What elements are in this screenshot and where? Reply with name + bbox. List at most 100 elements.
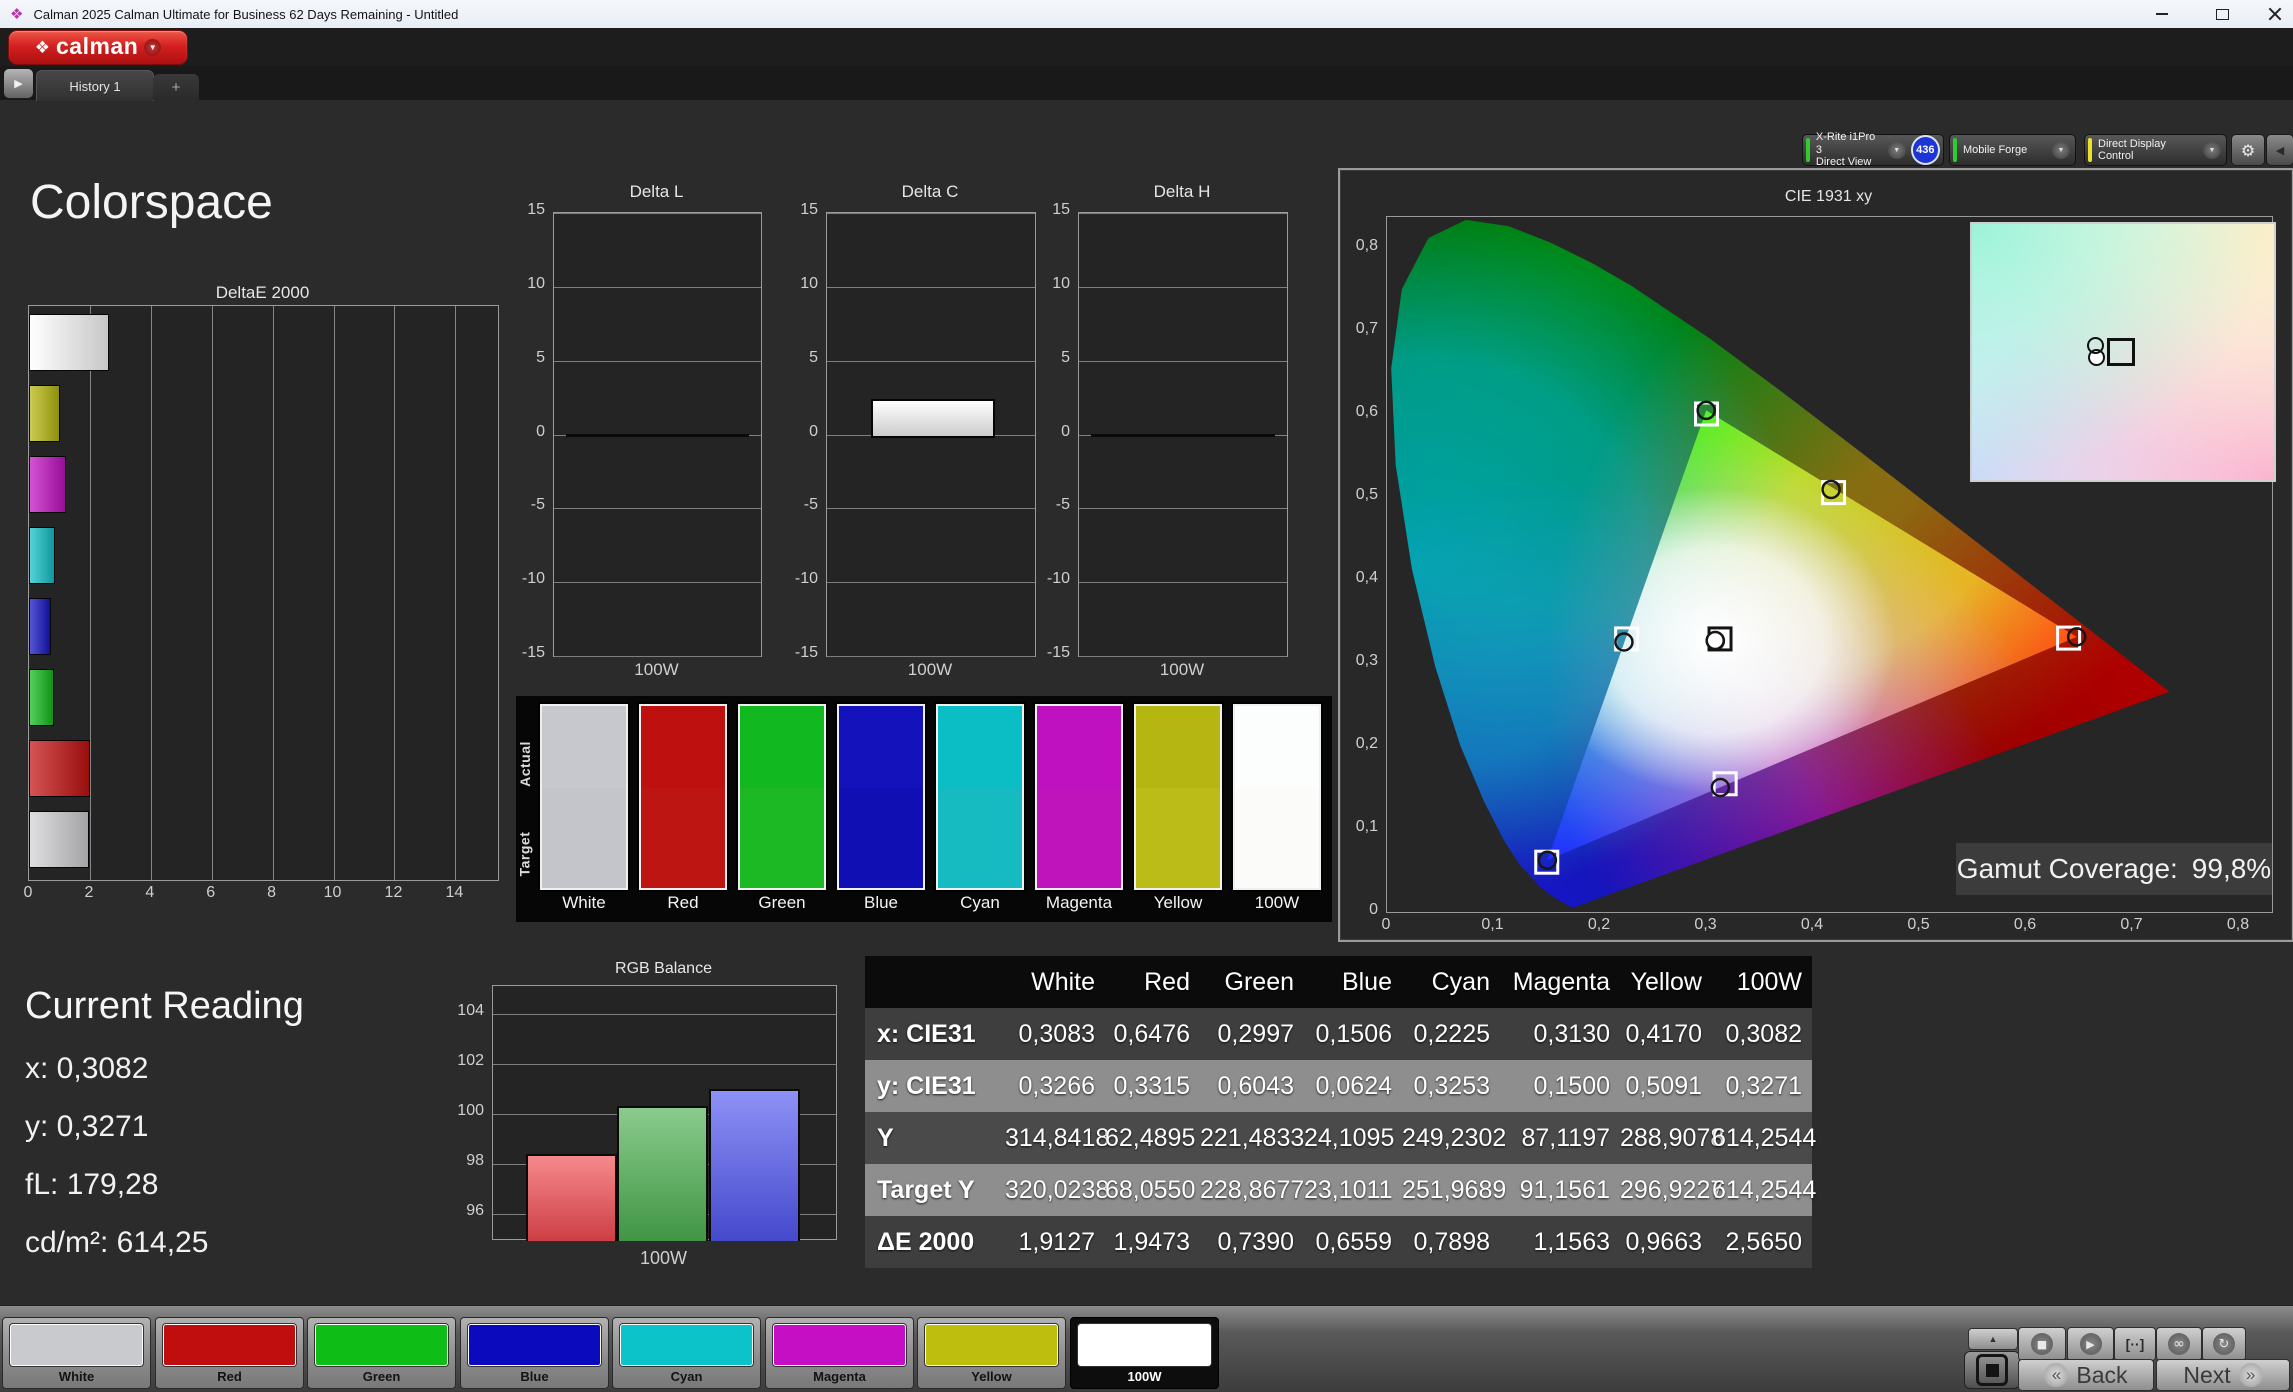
actual-swatch <box>641 706 725 788</box>
axis-tick-label: 15 <box>527 201 545 218</box>
table-header-cell: Blue <box>1341 967 1392 996</box>
color-button-cyan[interactable]: Cyan <box>612 1317 761 1389</box>
swatch-green <box>738 704 826 890</box>
sync-button[interactable]: ↻ <box>2202 1327 2246 1361</box>
color-button-white[interactable]: White <box>2 1317 151 1389</box>
table-cell: 0,2225 <box>1413 1019 1490 1048</box>
swatch-label: White <box>562 893 606 912</box>
chevron-down-icon: ▼ <box>1887 141 1906 159</box>
gridline <box>272 306 274 880</box>
table-cell: 0,5091 <box>1625 1071 1702 1100</box>
deltae-chart-title: DeltaE 2000 <box>215 283 310 302</box>
delta-l-title: Delta L <box>629 182 684 201</box>
close-icon[interactable] <box>2267 6 2283 22</box>
add-icon: + <box>171 78 181 96</box>
next-label: Next <box>2183 1361 2231 1388</box>
infinity-icon: ∞ <box>2168 1333 2190 1355</box>
app-icon: ❖ <box>10 5 24 23</box>
axis-tick-label: 0 <box>536 422 545 440</box>
swatch-yellow <box>1134 704 1222 890</box>
table-header-cell: Cyan <box>1431 967 1490 996</box>
cie-measured-100w <box>1705 630 1725 651</box>
color-button-label: Yellow <box>971 1369 1012 1384</box>
table-cell: 0,0624 <box>1315 1071 1392 1100</box>
collapse-panel-button[interactable]: ◀ <box>2266 134 2293 166</box>
settings-button[interactable]: ⚙ <box>2231 134 2265 166</box>
deltae-bar-cyan <box>29 527 56 584</box>
reading-fl: fL: 179,28 <box>25 1168 159 1201</box>
table-cell: 0,1500 <box>1533 1071 1610 1100</box>
table-cell: 0,1506 <box>1315 1019 1392 1048</box>
axis-tick-label: 6 <box>206 884 216 901</box>
table-cell: 0,3083 <box>1018 1019 1095 1048</box>
actual-swatch <box>938 706 1022 788</box>
gridline <box>1079 582 1287 584</box>
meter-status-stripe <box>1806 138 1810 162</box>
minimize-icon[interactable] <box>2147 4 2177 24</box>
logo-bar: ❖ calman ▼ <box>0 28 2293 78</box>
gamut-coverage-readout: Gamut Coverage: 99,8% <box>1956 843 2272 895</box>
back-button[interactable]: « Back <box>2018 1359 2154 1391</box>
calman-window: ❖ Calman 2025 Calman Ultimate for Busine… <box>0 0 2293 1392</box>
source-dropdown[interactable]: Mobile Forge ▼ <box>1949 134 2076 166</box>
continuous-measure-button[interactable]: ∞ <box>2156 1327 2202 1361</box>
gridline <box>827 656 1035 657</box>
delta-l-chart <box>553 212 762 657</box>
window-title: Calman 2025 Calman Ultimate for Business… <box>33 6 459 22</box>
color-button-100w[interactable]: 100W <box>1070 1317 1219 1389</box>
table-cell: 0,3130 <box>1533 1019 1610 1048</box>
deltae-bar-red <box>29 740 91 797</box>
delta-bar <box>870 399 996 439</box>
add-tab-button[interactable]: + <box>153 74 199 100</box>
calman-menu-button[interactable]: ❖ calman ▼ <box>8 30 188 65</box>
measure-button[interactable]: ▶ <box>2067 1327 2114 1361</box>
color-button-yellow[interactable]: Yellow <box>917 1317 1066 1389</box>
color-button-swatch <box>925 1324 1058 1366</box>
history-play-button[interactable]: ▶ <box>4 69 33 98</box>
current-reading-title: Current Reading <box>25 985 304 1027</box>
delta-c-chart <box>826 212 1036 657</box>
expand-tray-button[interactable]: ▲ <box>1968 1328 2018 1350</box>
gridline <box>554 213 761 214</box>
table-cell: 1,9127 <box>1018 1227 1095 1256</box>
layout-mode-button[interactable] <box>1964 1351 2020 1389</box>
page-title: Colorspace <box>30 176 273 229</box>
axis-tick-label: 0 <box>23 884 33 901</box>
table-cell: 0,7898 <box>1413 1227 1490 1256</box>
actual-swatch <box>542 706 626 788</box>
meter-dropdown[interactable]: X-Rite i1Pro 3 Direct View ▼ 436 <box>1802 131 1944 168</box>
deltae-bar-magenta <box>29 456 67 513</box>
tab-history-1[interactable]: History 1 <box>36 70 154 101</box>
deltae-chart <box>28 305 499 881</box>
swatch-label: 100W <box>1254 893 1300 912</box>
color-button-label: Red <box>217 1369 242 1384</box>
axis-tick-label: -15 <box>794 644 818 661</box>
swatch-label: Magenta <box>1045 893 1113 912</box>
table-row-label: ΔE 2000 <box>877 1227 975 1256</box>
interval-measure-button[interactable]: [··] <box>2114 1327 2156 1361</box>
color-button-magenta[interactable]: Magenta <box>765 1317 914 1389</box>
calman-logo-icon: ❖ <box>34 37 50 58</box>
rgb-bar-blue <box>709 1088 800 1241</box>
table-cell: 0,7390 <box>1217 1227 1294 1256</box>
cie-chart-title: CIE 1931 xy <box>1784 188 1873 205</box>
color-button-red[interactable]: Red <box>155 1317 304 1389</box>
display-control-dropdown[interactable]: Direct Display Control ▼ <box>2084 134 2227 166</box>
table-row: x: CIE31 0,3083 0,6476 0,2997 0,1506 0,2225 0,… <box>865 1008 1812 1060</box>
color-button-green[interactable]: Green <box>307 1317 456 1389</box>
maximize-icon[interactable] <box>2207 4 2237 24</box>
gridline <box>827 213 1035 214</box>
stop-measure-button[interactable]: ■ <box>2018 1327 2066 1361</box>
gridline <box>493 1013 836 1015</box>
axis-tick-label: 10 <box>800 274 818 292</box>
actual-swatch <box>1235 706 1319 788</box>
tab-row: ▶ History 1 + X-Rite i1Pro 3 Direct View… <box>0 66 2293 168</box>
table-cell: 0,6559 <box>1315 1227 1392 1256</box>
swatch-magenta <box>1035 704 1123 890</box>
reading-x: x: 0,3082 <box>25 1052 149 1085</box>
next-button[interactable]: Next » <box>2156 1359 2290 1391</box>
color-button-blue[interactable]: Blue <box>460 1317 609 1389</box>
gridline <box>211 306 213 880</box>
axis-tick-label: -5 <box>803 496 818 514</box>
gridline <box>827 508 1035 510</box>
